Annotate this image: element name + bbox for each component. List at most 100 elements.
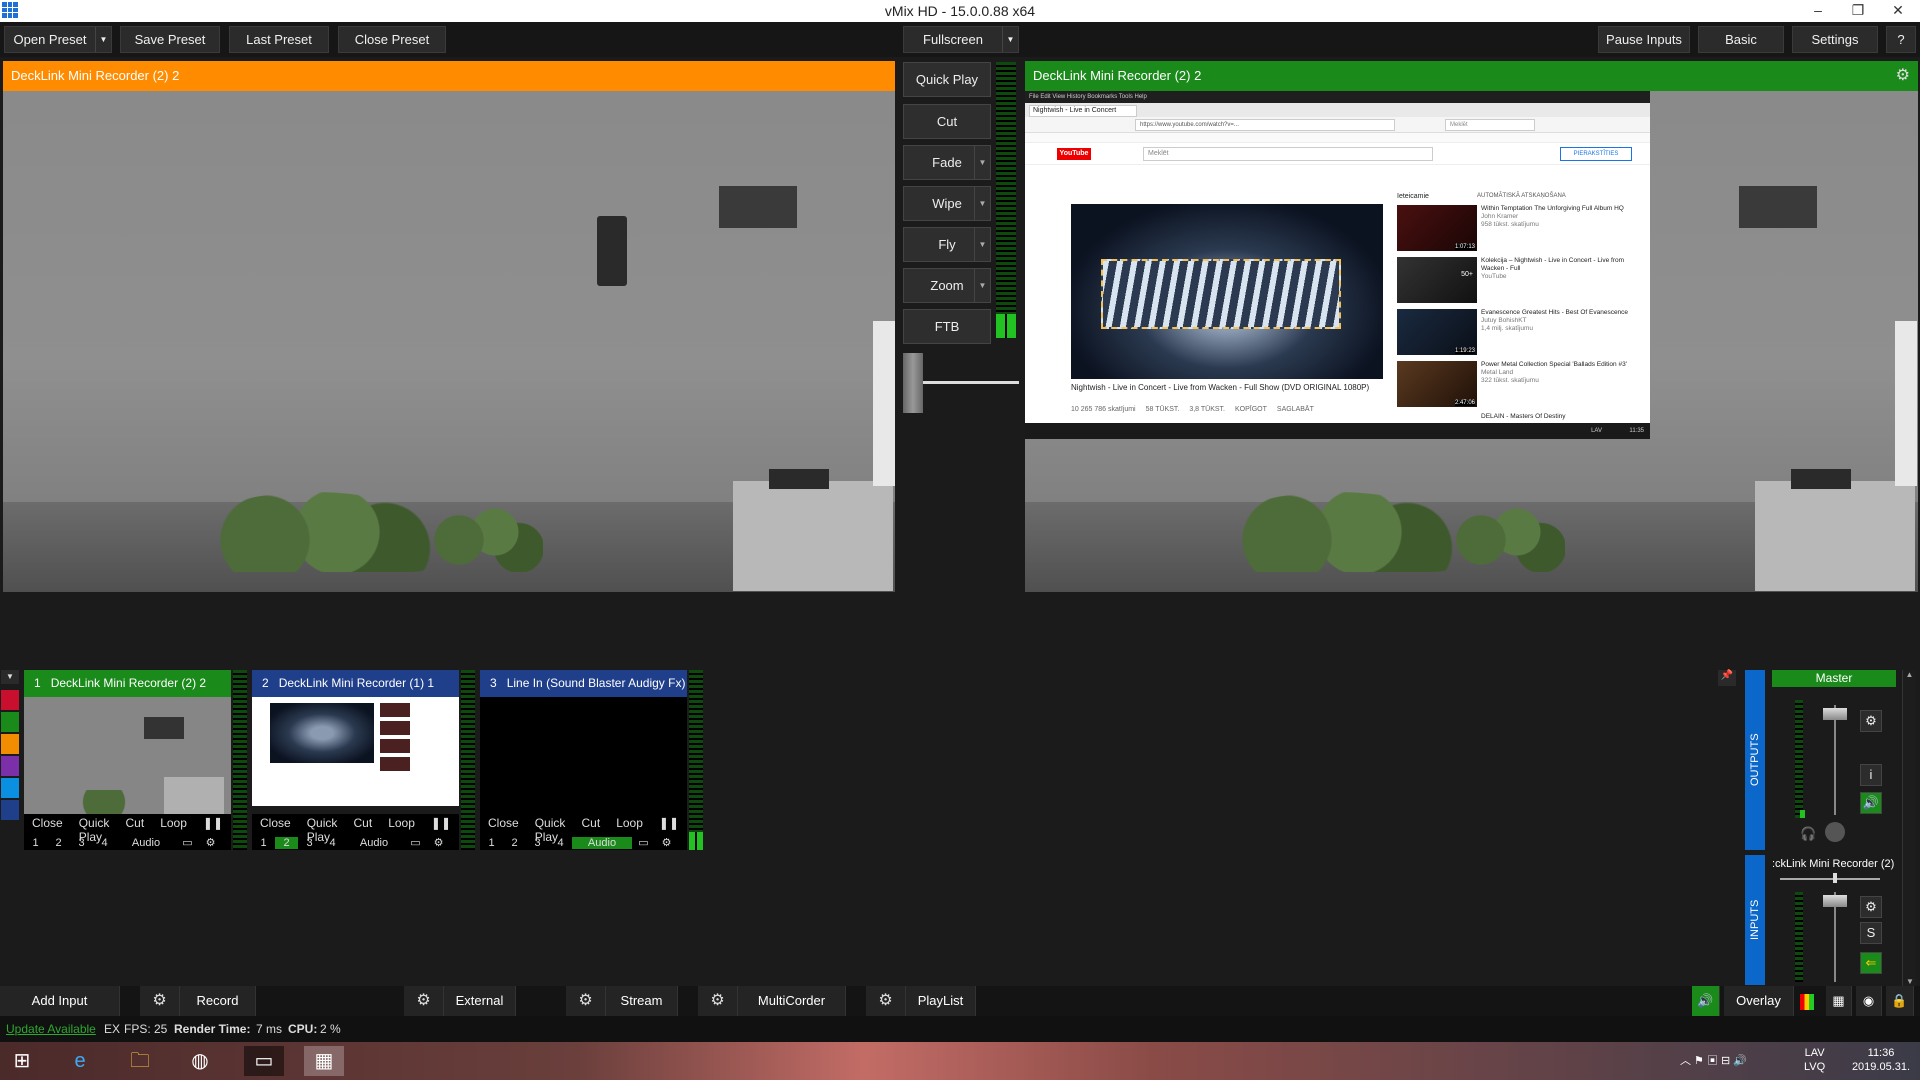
- windows-start-icon[interactable]: ⊞: [2, 1046, 42, 1076]
- cut-button[interactable]: Cut: [903, 104, 991, 139]
- overlay-button[interactable]: Overlay: [1724, 986, 1794, 1016]
- speaker-icon[interactable]: 🔊: [1860, 792, 1882, 814]
- chevron-down-icon[interactable]: ▼: [974, 146, 990, 179]
- chevron-down-icon[interactable]: ▼: [974, 187, 990, 220]
- chevron-down-icon[interactable]: ▼: [95, 27, 111, 52]
- minimize-button[interactable]: –: [1800, 0, 1836, 22]
- update-available-link[interactable]: Update Available: [6, 1016, 96, 1042]
- output-panel[interactable]: DeckLink Mini Recorder (2) 2 ⚙ File Edit…: [1025, 61, 1918, 592]
- pause-inputs-button[interactable]: Pause Inputs: [1598, 26, 1690, 53]
- color-green[interactable]: [1, 712, 19, 732]
- audio-button[interactable]: Audio: [344, 837, 404, 849]
- external-button[interactable]: External: [444, 986, 516, 1016]
- pause-icon[interactable]: ❚❚: [195, 816, 231, 833]
- close-input-button[interactable]: Close: [252, 816, 299, 833]
- chrome-icon[interactable]: ◍: [180, 1046, 220, 1076]
- gear-icon[interactable]: ⚙: [427, 836, 450, 849]
- preview-panel[interactable]: DeckLink Mini Recorder (2) 2: [3, 61, 895, 592]
- overlay-slot-2-active[interactable]: 2: [275, 836, 298, 849]
- help-button[interactable]: ?: [1886, 26, 1916, 53]
- chevron-down-icon[interactable]: ▼: [1002, 27, 1018, 52]
- internet-explorer-icon[interactable]: e: [60, 1046, 100, 1076]
- monitor-icon[interactable]: ▭: [404, 836, 427, 849]
- mixer-scrollbar[interactable]: ▲ ▼: [1902, 670, 1916, 986]
- gear-icon[interactable]: ⚙: [1896, 61, 1910, 91]
- quick-play-input-button[interactable]: Quick Play: [299, 816, 346, 844]
- overlay-slot-4[interactable]: 4: [93, 837, 116, 849]
- input-balance-slider[interactable]: [1833, 873, 1837, 883]
- overlay-slot-4[interactable]: 4: [549, 837, 572, 849]
- record-button[interactable]: Record: [180, 986, 256, 1016]
- input-thumbnail[interactable]: [480, 697, 687, 814]
- cut-input-button[interactable]: Cut: [346, 816, 381, 833]
- last-preset-button[interactable]: Last Preset: [229, 26, 329, 53]
- basic-button[interactable]: Basic: [1698, 26, 1784, 53]
- gear-icon[interactable]: ⚙: [655, 836, 678, 849]
- restore-button[interactable]: ❐: [1840, 0, 1876, 22]
- overlay-slot-3[interactable]: 3: [70, 837, 93, 849]
- color-red[interactable]: [1, 690, 19, 710]
- close-input-button[interactable]: Close: [480, 816, 527, 833]
- stream-button[interactable]: Stream: [606, 986, 678, 1016]
- input-card[interactable]: 2 DeckLink Mini Recorder (1) 1 Close Qui…: [252, 670, 459, 850]
- lock-icon[interactable]: 🔒: [1886, 986, 1914, 1016]
- headphones-icon[interactable]: 🎧: [1800, 826, 1816, 842]
- audio-button-active[interactable]: Audio: [572, 836, 632, 849]
- gear-icon[interactable]: ⚙: [698, 986, 738, 1016]
- color-orange[interactable]: [1, 734, 19, 754]
- language-indicator[interactable]: LAV LVQ: [1804, 1046, 1825, 1074]
- audio-button[interactable]: Audio: [116, 837, 176, 849]
- input-thumbnail[interactable]: [24, 697, 231, 814]
- quick-play-input-button[interactable]: Quick Play: [527, 816, 574, 844]
- add-input-button[interactable]: Add Input: [0, 986, 120, 1016]
- overlay-slot-2[interactable]: 2: [47, 837, 70, 849]
- color-navy[interactable]: [1, 800, 19, 820]
- master-fader[interactable]: [1823, 708, 1847, 720]
- cut-input-button[interactable]: Cut: [118, 816, 153, 833]
- ftb-button[interactable]: FTB: [903, 309, 991, 344]
- balance-knob[interactable]: [1825, 822, 1845, 842]
- inputs-tab[interactable]: INPUTS: [1745, 855, 1765, 985]
- input-card[interactable]: 1 DeckLink Mini Recorder (2) 2 Close Qui…: [24, 670, 231, 850]
- save-preset-button[interactable]: Save Preset: [120, 26, 220, 53]
- multiview-icon[interactable]: ▦: [1826, 986, 1852, 1016]
- color-blue[interactable]: [1, 778, 19, 798]
- gear-icon[interactable]: ⚙: [404, 986, 444, 1016]
- overlay-slot-3[interactable]: 3: [526, 837, 549, 849]
- t-bar-slider[interactable]: [903, 353, 1019, 413]
- input-card[interactable]: 3 Line In (Sound Blaster Audigy Fx) Clos…: [480, 670, 687, 850]
- overlay-slot-3[interactable]: 3: [298, 837, 321, 849]
- loop-input-button[interactable]: Loop: [608, 816, 651, 833]
- settings-button[interactable]: Settings: [1792, 26, 1878, 53]
- pin-icon[interactable]: 📌: [1718, 670, 1736, 686]
- info-button[interactable]: i: [1860, 764, 1882, 786]
- chevron-down-icon[interactable]: ▼: [974, 269, 990, 302]
- overlay-slot-1[interactable]: 1: [252, 837, 275, 849]
- pause-icon[interactable]: ❚❚: [651, 816, 687, 833]
- color-purple[interactable]: [1, 756, 19, 776]
- open-preset-button[interactable]: Open Preset ▼: [4, 26, 112, 53]
- gear-icon[interactable]: ⚙: [199, 836, 222, 849]
- quick-play-button[interactable]: Quick Play: [903, 62, 991, 97]
- zoom-button[interactable]: Zoom ▼: [903, 268, 991, 303]
- loop-input-button[interactable]: Loop: [380, 816, 423, 833]
- vmix-taskbar-icon[interactable]: ▦: [304, 1046, 344, 1076]
- overlay-slot-1[interactable]: 1: [24, 837, 47, 849]
- gear-icon[interactable]: ⚙: [1860, 896, 1882, 918]
- terminal-icon[interactable]: ▭: [244, 1046, 284, 1076]
- input-thumbnail[interactable]: [252, 697, 459, 814]
- quick-play-input-button[interactable]: Quick Play: [71, 816, 118, 844]
- wipe-button[interactable]: Wipe ▼: [903, 186, 991, 221]
- overlay-slot-1[interactable]: 1: [480, 837, 503, 849]
- pause-icon[interactable]: ❚❚: [423, 816, 459, 833]
- multicorder-button[interactable]: MultiCorder: [738, 986, 846, 1016]
- fade-button[interactable]: Fade ▼: [903, 145, 991, 180]
- input-fader[interactable]: [1823, 895, 1847, 907]
- chevron-down-icon[interactable]: ▼: [974, 228, 990, 261]
- close-preset-button[interactable]: Close Preset: [338, 26, 446, 53]
- overlay-slot-4[interactable]: 4: [321, 837, 344, 849]
- color-filter-toggle[interactable]: ▼: [1, 670, 19, 684]
- close-input-button[interactable]: Close: [24, 816, 71, 833]
- level-bars-icon[interactable]: [1800, 994, 1814, 1010]
- arrow-left-icon[interactable]: ⇐: [1860, 952, 1882, 974]
